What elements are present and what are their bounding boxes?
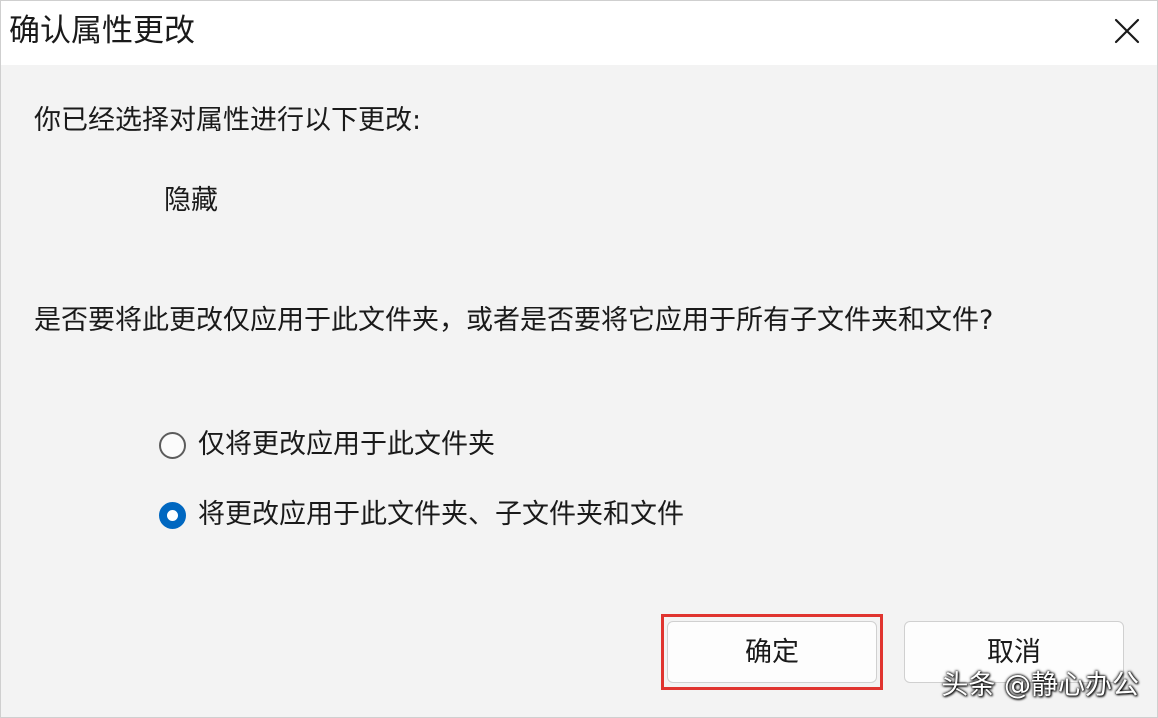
option-folder-subfolders-files[interactable]: 将更改应用于此文件夹、子文件夹和文件	[159, 497, 684, 533]
dialog-title: 确认属性更改	[9, 13, 195, 49]
option-label: 将更改应用于此文件夹、子文件夹和文件	[198, 499, 684, 530]
question-text: 是否要将此更改仅应用于此文件夹，或者是否要将它应用于所有子文件夹和文件?	[34, 305, 994, 336]
attribute-change: 隐藏	[164, 185, 218, 216]
title-bar: 确认属性更改	[1, 1, 1157, 65]
close-button[interactable]	[1097, 1, 1157, 61]
watermark: 头条 @静心办公	[941, 670, 1139, 701]
dialog-content: 你已经选择对属性进行以下更改: 隐藏 是否要将此更改仅应用于此文件夹，或者是否要…	[1, 65, 1157, 717]
radio-this-folder-only[interactable]	[159, 431, 186, 459]
radio-folder-subfolders-files[interactable]	[159, 501, 186, 529]
option-label: 仅将更改应用于此文件夹	[198, 429, 495, 460]
ok-button[interactable]: 确定	[667, 621, 877, 683]
intro-text: 你已经选择对属性进行以下更改:	[34, 105, 422, 136]
option-this-folder-only[interactable]: 仅将更改应用于此文件夹	[159, 427, 495, 463]
confirm-attribute-dialog: 确认属性更改 你已经选择对属性进行以下更改: 隐藏 是否要将此更改仅应用于此文件…	[0, 0, 1158, 718]
close-icon	[1114, 18, 1140, 44]
